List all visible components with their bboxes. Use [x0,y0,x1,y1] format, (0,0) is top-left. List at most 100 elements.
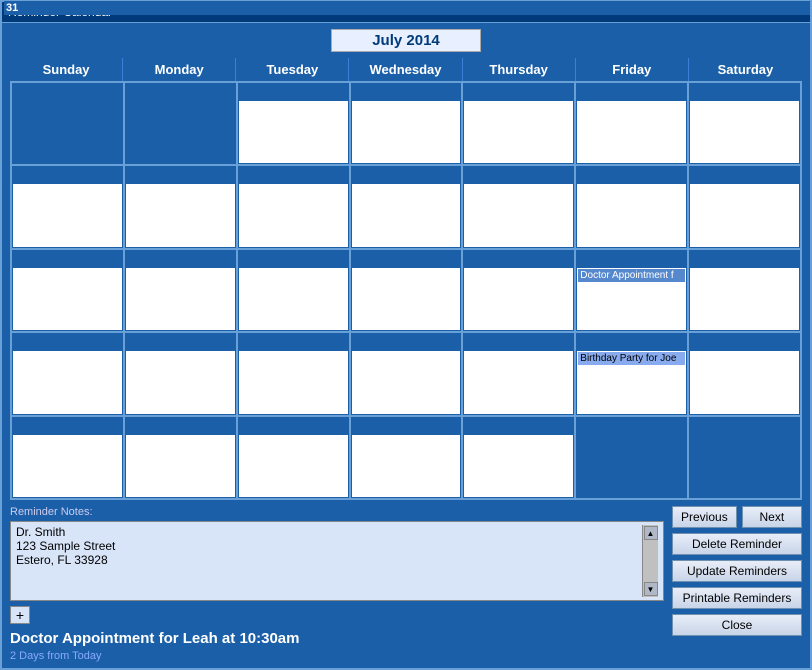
empty-cell-4-6 [689,417,802,500]
day-header-sat: Saturday [689,58,802,81]
notes-text: Dr. Smith 123 Sample Street Estero, FL 3… [16,525,642,597]
cell-inner-3-6 [690,351,799,413]
cell-inner-2-1 [126,268,235,330]
bottom-area: Reminder Notes: Dr. Smith 123 Sample Str… [2,500,810,668]
month-title: July 2014 [331,29,481,52]
printable-reminders-button[interactable]: Printable Reminders [672,587,802,609]
cal-cell-4-0[interactable]: 27 [12,417,125,500]
cell-inner-1-4 [464,184,573,246]
cal-cell-4-3[interactable]: 30 [351,417,464,500]
cal-cell-0-6[interactable]: 5 [689,83,802,166]
close-button[interactable]: Close [672,614,802,636]
cell-inner-1-5 [577,184,686,246]
event-title: Doctor Appointment for Leah at 10:30am [10,630,664,647]
scroll-down-btn[interactable]: ▼ [644,582,658,596]
cell-inner-3-1 [126,351,235,413]
scroll-up-btn[interactable]: ▲ [644,526,658,540]
cal-cell-2-0[interactable]: 13 [12,250,125,333]
cell-number-4-4: 31 [4,1,810,15]
calendar-grid: 12345678910111213141516 - TODAY1718Docto… [10,81,802,500]
cell-inner-2-5: Doctor Appointment f [577,268,686,330]
add-note-button[interactable]: + [10,606,30,624]
cell-inner-4-2 [239,435,348,497]
day-header-fri: Friday [576,58,689,81]
cell-inner-3-3 [352,351,461,413]
notes-box: Dr. Smith 123 Sample Street Estero, FL 3… [10,521,664,601]
cal-cell-1-5[interactable]: 11 [576,166,689,249]
notes-section: Reminder Notes: Dr. Smith 123 Sample Str… [10,506,664,662]
cal-cell-1-0[interactable]: 6 [12,166,125,249]
cal-cell-3-4[interactable]: 24 [463,333,576,416]
note-line-1: Dr. Smith [16,525,642,539]
cal-cell-4-1[interactable]: 28 [125,417,238,500]
notes-label: Reminder Notes: [10,506,664,518]
cal-cell-3-6[interactable]: 26 [689,333,802,416]
nav-buttons-row: Previous Next [672,506,802,528]
cell-inner-2-6 [690,268,799,330]
cal-cell-1-1[interactable]: 7 [125,166,238,249]
cal-cell-2-2[interactable]: 15 [238,250,351,333]
cell-inner-2-3 [352,268,461,330]
cell-inner-4-1 [126,435,235,497]
cell-inner-3-0 [13,351,122,413]
cell-inner-0-5 [577,101,686,163]
event-2-5-0[interactable]: Doctor Appointment f [578,269,685,282]
buttons-section: Previous Next Delete Reminder Update Rem… [672,506,802,636]
calendar-area: July 2014 Sunday Monday Tuesday Wednesda… [2,23,810,500]
cell-inner-2-4 [464,268,573,330]
cal-cell-3-5[interactable]: 25Birthday Party for Joe [576,333,689,416]
note-line-3: Estero, FL 33928 [16,553,642,567]
cal-cell-2-3[interactable]: 16 - TODAY [351,250,464,333]
cell-inner-1-2 [239,184,348,246]
cell-inner-4-3 [352,435,461,497]
cal-cell-4-2[interactable]: 29 [238,417,351,500]
note-line-2: 123 Sample Street [16,539,642,553]
cal-cell-0-5[interactable]: 4 [576,83,689,166]
empty-cell-4-5 [576,417,689,500]
cal-cell-2-4[interactable]: 17 [463,250,576,333]
cal-cell-2-1[interactable]: 14 [125,250,238,333]
previous-button[interactable]: Previous [672,506,737,528]
day-header-mon: Monday [123,58,236,81]
next-button[interactable]: Next [742,506,802,528]
cell-inner-1-3 [352,184,461,246]
cal-cell-0-2[interactable]: 1 [238,83,351,166]
empty-cell-0-0 [12,83,125,166]
cal-cell-0-3[interactable]: 2 [351,83,464,166]
cell-inner-1-6 [690,184,799,246]
cell-inner-4-0 [13,435,122,497]
cell-inner-2-0 [13,268,122,330]
delete-reminder-button[interactable]: Delete Reminder [672,533,802,555]
cal-cell-1-3[interactable]: 9 [351,166,464,249]
cal-cell-4-4[interactable]: 31 [463,417,576,500]
cal-cell-1-2[interactable]: 8 [238,166,351,249]
day-header-thu: Thursday [463,58,576,81]
cal-cell-1-6[interactable]: 12 [689,166,802,249]
cal-cell-3-2[interactable]: 22 [238,333,351,416]
cell-inner-0-3 [352,101,461,163]
update-reminders-button[interactable]: Update Reminders [672,560,802,582]
cal-cell-0-4[interactable]: 3 [463,83,576,166]
cell-inner-3-4 [464,351,573,413]
cal-cell-1-4[interactable]: 10 [463,166,576,249]
cell-inner-3-5: Birthday Party for Joe [577,351,686,413]
cell-inner-1-0 [13,184,122,246]
cell-inner-2-2 [239,268,348,330]
cell-inner-0-2 [239,101,348,163]
cal-cell-2-6[interactable]: 19 [689,250,802,333]
cal-cell-2-5[interactable]: 18Doctor Appointment f [576,250,689,333]
event-3-5-0[interactable]: Birthday Party for Joe [578,352,685,365]
day-header-wed: Wednesday [349,58,462,81]
notes-scrollbar[interactable]: ▲ ▼ [642,525,658,597]
day-header-sun: Sunday [10,58,123,81]
cal-cell-3-0[interactable]: 20 [12,333,125,416]
cell-inner-4-4 [464,435,573,497]
cell-inner-0-6 [690,101,799,163]
event-subtitle: 2 Days from Today [10,650,664,662]
day-headers: Sunday Monday Tuesday Wednesday Thursday… [10,58,802,81]
cell-inner-0-4 [464,101,573,163]
cal-cell-3-3[interactable]: 23 [351,333,464,416]
cal-cell-3-1[interactable]: 21 [125,333,238,416]
cell-inner-1-1 [126,184,235,246]
main-window: Reminder Calendar July 2014 Sunday Monda… [0,0,812,670]
